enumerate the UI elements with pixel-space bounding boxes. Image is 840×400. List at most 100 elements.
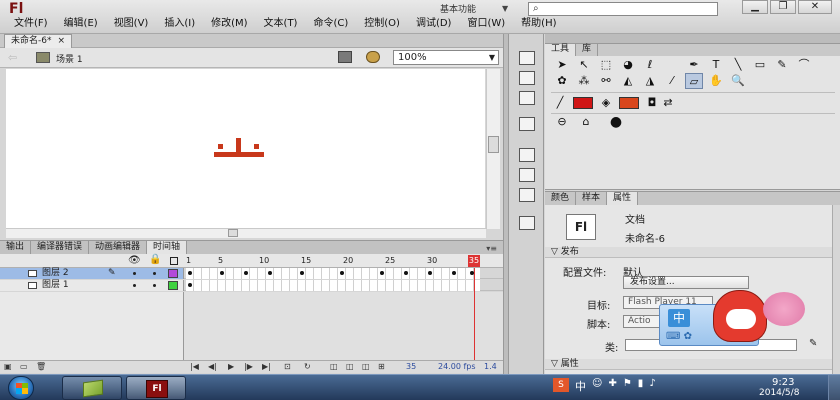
- swap-colors-icon[interactable]: ⇄: [659, 95, 677, 111]
- clock-date[interactable]: 2014/5/8: [759, 388, 799, 398]
- pencil-tool-icon[interactable]: ✎: [773, 57, 791, 73]
- center-frame-icon[interactable]: ⊡: [284, 362, 291, 371]
- object-drawing-icon[interactable]: ⊖: [553, 114, 571, 130]
- selection-tool-icon[interactable]: ➤: [553, 57, 571, 73]
- tab-color[interactable]: 颜色: [545, 192, 577, 206]
- hand-tool-icon[interactable]: ✋: [707, 73, 725, 89]
- align-panel-icon[interactable]: [519, 91, 535, 105]
- visibility-dot[interactable]: [133, 272, 136, 275]
- tab-properties[interactable]: 属性: [607, 192, 639, 206]
- last-frame-icon[interactable]: ▶|: [262, 362, 271, 371]
- edit-class-icon[interactable]: ✎: [809, 338, 817, 349]
- spray-brush-icon[interactable]: ⁂: [575, 73, 593, 89]
- keyframe[interactable]: [340, 271, 344, 275]
- brush-tool-icon[interactable]: ⌒: [795, 57, 813, 73]
- eyedropper-icon[interactable]: ⁄: [663, 73, 681, 89]
- flag-icon[interactable]: ⚑: [623, 378, 632, 394]
- clock-time[interactable]: 9:23: [772, 377, 794, 388]
- menu-view[interactable]: 视图(V): [106, 17, 157, 31]
- tab-motion-editor[interactable]: 动画编辑器: [89, 241, 148, 255]
- scrollbar-thumb[interactable]: [488, 136, 499, 153]
- transform-panel-icon[interactable]: [519, 117, 535, 131]
- lock-dot[interactable]: [153, 272, 156, 275]
- ime-toolbar[interactable]: 中 ⌨ ✿: [659, 290, 807, 350]
- volume-icon[interactable]: ♪: [649, 378, 655, 394]
- layer-info[interactable]: 图层 2 ✎: [0, 268, 184, 279]
- taskbar-flash-button[interactable]: Fl: [126, 376, 186, 400]
- layer-row[interactable]: 图层 2 ✎: [0, 268, 503, 279]
- document-name[interactable]: 未命名-6: [625, 230, 665, 245]
- menu-file[interactable]: 文件(F): [6, 17, 56, 31]
- onion-outline-icon[interactable]: ◫: [346, 362, 354, 371]
- loop-icon[interactable]: ↻: [304, 362, 311, 371]
- script-select[interactable]: Actio: [623, 315, 663, 328]
- menu-debug[interactable]: 调试(D): [408, 17, 460, 31]
- keyframe[interactable]: [452, 271, 456, 275]
- ime-keyboard-icon[interactable]: ⌨ ✿: [666, 331, 692, 342]
- first-frame-icon[interactable]: |◀: [190, 362, 199, 371]
- keyframe[interactable]: [244, 271, 248, 275]
- back-arrow-icon[interactable]: ⇦: [8, 51, 17, 64]
- eraser-mode-icon[interactable]: ⌂: [577, 114, 595, 130]
- stage-drawing[interactable]: [212, 136, 266, 160]
- eye-icon[interactable]: 👁: [128, 255, 141, 266]
- keyframe[interactable]: [380, 271, 384, 275]
- scrollbar-thumb[interactable]: [228, 229, 238, 237]
- tab-compiler-errors[interactable]: 编译器错误: [31, 241, 90, 255]
- menu-help[interactable]: 帮助(H): [513, 17, 564, 31]
- network-icon[interactable]: ▮: [638, 378, 644, 394]
- lock-icon[interactable]: 🔒: [149, 254, 161, 265]
- tab-tools[interactable]: 工具: [545, 44, 577, 56]
- frame-track[interactable]: [186, 280, 480, 291]
- delete-layer-icon[interactable]: 🗑: [36, 362, 46, 371]
- components-panel-icon[interactable]: [519, 168, 535, 182]
- zoom-tool-icon[interactable]: 🔍: [729, 73, 747, 89]
- keyframe[interactable]: [268, 271, 272, 275]
- 3d-rotation-icon[interactable]: ◕: [619, 57, 637, 73]
- ime-mode[interactable]: 中: [668, 309, 690, 327]
- motion-presets-icon[interactable]: [519, 188, 535, 202]
- eraser-shape-icon[interactable]: ●: [607, 114, 625, 130]
- layer-color-box[interactable]: [168, 281, 178, 290]
- playhead[interactable]: 35: [468, 255, 480, 267]
- new-layer-icon[interactable]: ▣: [4, 362, 12, 371]
- free-transform-icon[interactable]: ⬚: [597, 57, 615, 73]
- ink-bottle-icon[interactable]: ◮: [641, 73, 659, 89]
- edit-symbols-icon[interactable]: [338, 51, 352, 63]
- pen-tool-icon[interactable]: ✒: [685, 57, 703, 73]
- publish-settings-button[interactable]: 发布设置...: [623, 276, 749, 289]
- tab-swatches[interactable]: 样本: [576, 192, 608, 206]
- eraser-tool-icon[interactable]: ▱: [685, 73, 703, 89]
- layer-color-box[interactable]: [168, 269, 178, 278]
- menu-insert[interactable]: 插入(I): [156, 17, 203, 31]
- properties-panel-icon[interactable]: [519, 51, 535, 65]
- rectangle-tool-icon[interactable]: ▭: [751, 57, 769, 73]
- stage-vertical-scrollbar[interactable]: [486, 69, 500, 229]
- current-frame-readout[interactable]: 35: [406, 362, 416, 371]
- info-panel-icon[interactable]: [519, 148, 535, 162]
- input-language[interactable]: 中: [575, 378, 586, 394]
- taskbar-notepad-button[interactable]: [62, 376, 122, 400]
- onion-skin-icon[interactable]: ◫: [330, 362, 338, 371]
- play-icon[interactable]: ▶: [228, 362, 234, 371]
- library-panel-icon[interactable]: [519, 71, 535, 85]
- line-tool-icon[interactable]: ╲: [729, 57, 747, 73]
- workspace-switcher[interactable]: 基本功能: [440, 2, 476, 15]
- outline-icon[interactable]: [170, 257, 178, 265]
- tab-library[interactable]: 库: [576, 44, 599, 56]
- fill-color-swatch[interactable]: [619, 97, 639, 109]
- modify-markers-icon[interactable]: ⊞: [378, 362, 385, 371]
- section-properties[interactable]: ▽ 属性: [545, 359, 840, 370]
- chevron-down-icon[interactable]: ▼: [502, 4, 508, 13]
- layer-row[interactable]: 图层 1: [0, 280, 503, 291]
- lasso-tool-icon[interactable]: ℓ: [641, 57, 659, 73]
- next-frame-icon[interactable]: |▶: [244, 362, 253, 371]
- menu-window[interactable]: 窗口(W): [459, 17, 513, 31]
- close-button[interactable]: ✕: [798, 0, 832, 14]
- tab-timeline[interactable]: 时间轴: [147, 241, 188, 255]
- history-panel-icon[interactable]: [519, 216, 535, 230]
- keyframe[interactable]: [428, 271, 432, 275]
- menu-edit[interactable]: 编辑(E): [56, 17, 106, 31]
- keyframe[interactable]: [188, 271, 192, 275]
- bone-tool-icon[interactable]: ⚯: [597, 73, 615, 89]
